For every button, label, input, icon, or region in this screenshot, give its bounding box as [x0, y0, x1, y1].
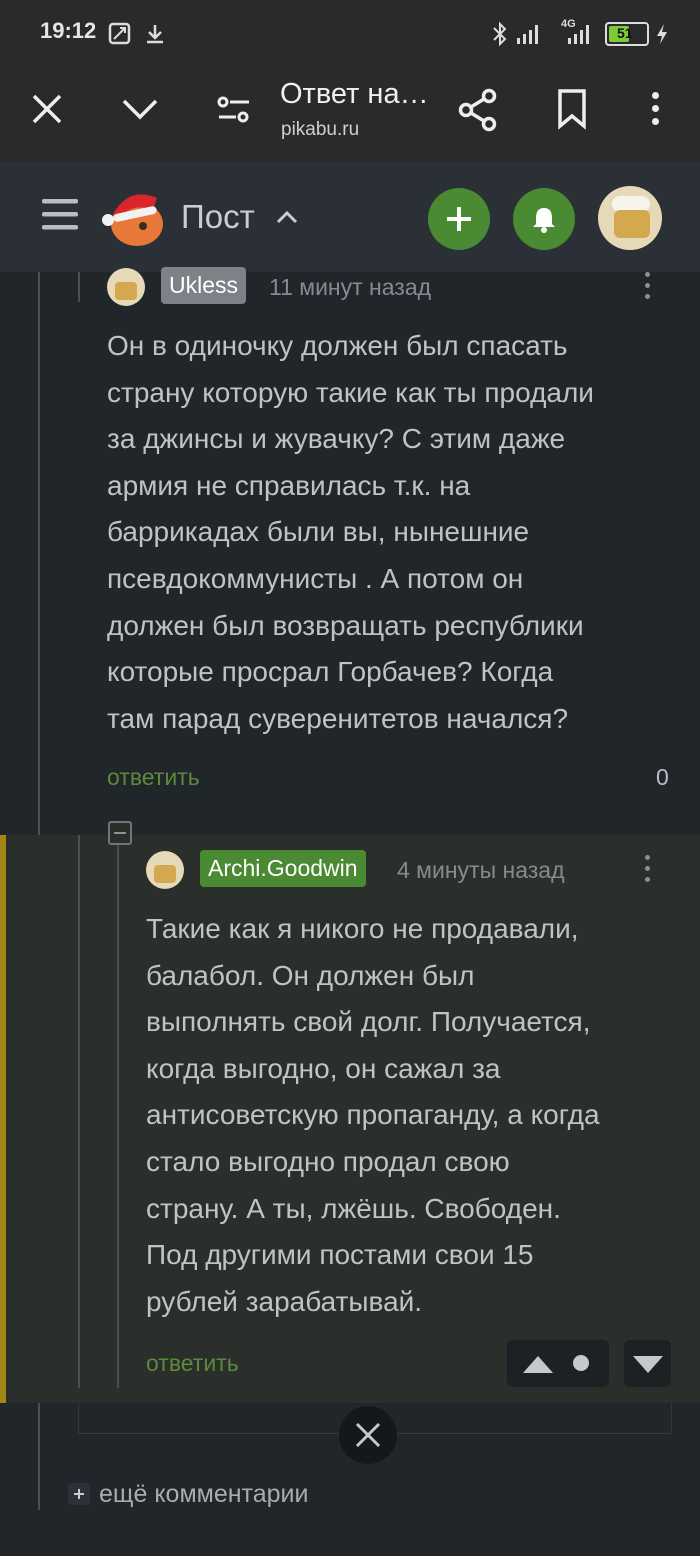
comment-archi-goodwin: Archi.Goodwin 4 минуты назад Такие как я… — [0, 821, 700, 1403]
screenshot-icon — [108, 22, 131, 45]
comment-time: 4 минуты назад — [397, 857, 565, 883]
share-icon[interactable] — [458, 88, 498, 132]
browser-toolbar: Ответ на… pikabu.ru — [0, 64, 700, 162]
comment-username[interactable]: Archi.Goodwin — [200, 850, 366, 887]
thread-line — [78, 835, 80, 1388]
comment-line: страну которую такие как ты продали — [107, 376, 594, 408]
page-domain[interactable]: pikabu.ru — [281, 119, 359, 141]
comment-line: Он в одиночку должен был спасать — [107, 330, 568, 361]
chevron-down-icon[interactable] — [120, 96, 160, 122]
comment-line: Такие как я никого не продавали, — [146, 913, 579, 944]
comment-line: армия не справилась т.к. на — [107, 469, 471, 501]
bookmark-icon[interactable] — [556, 88, 588, 130]
comment-username[interactable]: Ukless — [161, 267, 247, 304]
plus-icon — [68, 1483, 90, 1505]
comment-time: 11 минут назад — [269, 274, 432, 300]
section-label[interactable]: Пост — [181, 198, 255, 236]
avatar[interactable] — [146, 851, 184, 889]
comment-line: Под другими постами свои 15 — [146, 1239, 534, 1271]
comment-line: стало выгодно продал свою — [146, 1145, 510, 1177]
comment-more-icon[interactable] — [645, 272, 650, 305]
status-time: 19:12 — [40, 18, 97, 43]
comment-line: там парад суверенитетов начался? — [107, 702, 569, 734]
notifications-button[interactable] — [513, 188, 575, 250]
comment-ukless: Ukless 11 минут назад Он в одиночку долж… — [0, 262, 700, 822]
reply-link[interactable]: ответить — [146, 1350, 239, 1377]
avatar[interactable] — [107, 268, 145, 306]
comment-line: страну. А ты, лжёшь. Свободен. — [146, 1192, 561, 1224]
menu-icon[interactable] — [42, 197, 80, 233]
arrow-up-icon — [523, 1356, 553, 1373]
close-icon — [355, 1422, 381, 1448]
signal-4g-icon — [568, 25, 589, 44]
close-thread-button[interactable] — [339, 1406, 397, 1464]
highlight-bar — [0, 835, 6, 1403]
comment-line: за джинсы и жувачку? С этим даже — [107, 423, 566, 455]
arrow-down-icon — [633, 1356, 663, 1373]
bluetooth-icon — [493, 21, 507, 47]
comment-more-icon[interactable] — [645, 855, 650, 888]
comment-line: антисоветскую пропаганду, а когда — [146, 1099, 600, 1131]
download-icon — [147, 25, 163, 44]
status-bar: 19:12 4G 51 — [0, 0, 700, 64]
signal-icon — [517, 25, 538, 44]
page-settings-icon[interactable] — [216, 94, 252, 126]
comment-body: Он в одиночку должен был спасать страну … — [107, 323, 687, 742]
thread-line — [117, 843, 119, 1388]
more-comments-label: ещё комментарии — [99, 1480, 309, 1508]
downvote-button[interactable] — [624, 1340, 671, 1387]
battery-icon: 51 — [605, 22, 649, 46]
more-vert-icon[interactable] — [652, 92, 659, 131]
comment-body: Такие как я никого не продавали, балабол… — [146, 906, 686, 1325]
logo-icon[interactable] — [99, 184, 169, 250]
comment-line: выполнять свой долг. Получается, — [146, 1006, 591, 1038]
add-post-button[interactable] — [428, 188, 490, 250]
comment-line: баррикадах были вы, нынешние — [107, 516, 530, 548]
charging-icon — [657, 24, 667, 44]
comment-line: балабол. Он должен был — [146, 959, 475, 991]
comment-line: должен был возвращать республики — [107, 609, 584, 641]
collapse-toggle[interactable] — [108, 821, 132, 845]
add-icon — [447, 207, 471, 231]
avatar-icon[interactable] — [598, 186, 662, 250]
comment-line: когда выгодно, он сажал за — [146, 1052, 501, 1084]
battery-level: 51 — [617, 25, 633, 41]
comment-line: рублей зарабатывай. — [146, 1285, 423, 1317]
site-header: Пост — [0, 162, 700, 272]
rating-hidden-dot — [573, 1355, 589, 1371]
comment-rating: 0 — [656, 764, 669, 790]
comment-line: которые просрал Горбачев? Когда — [107, 656, 554, 688]
upvote-button[interactable] — [507, 1340, 609, 1387]
bell-icon — [533, 208, 555, 233]
page-title[interactable]: Ответ на… — [280, 78, 429, 111]
close-icon[interactable] — [30, 92, 64, 126]
chevron-up-icon[interactable] — [276, 210, 298, 224]
reply-link[interactable]: ответить — [107, 764, 200, 791]
comment-line: псевдокоммунисты . А потом он — [107, 562, 524, 594]
